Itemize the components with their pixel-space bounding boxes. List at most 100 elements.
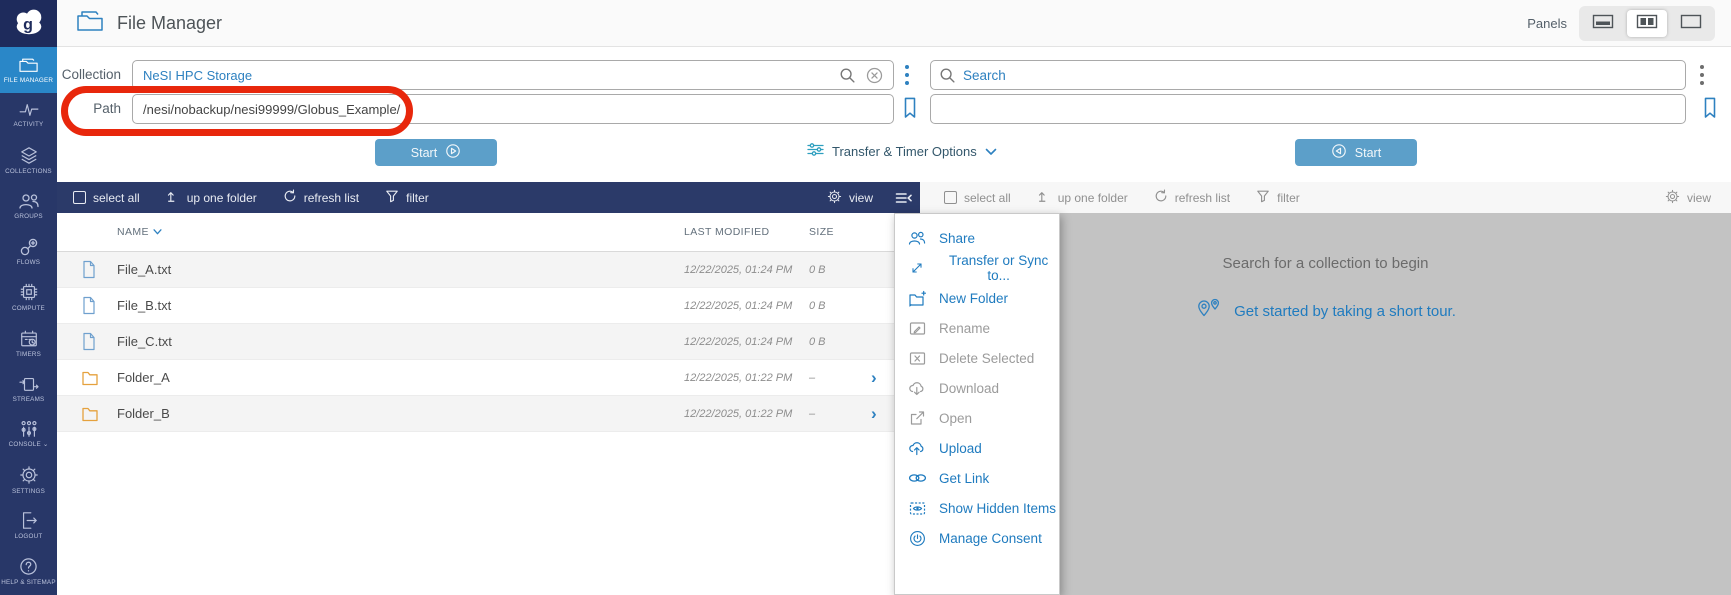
sidebar-item-label: LOGOUT	[15, 533, 43, 541]
table-row-folder[interactable]: Folder_B 12/22/2025, 01:22 PM – ›	[57, 396, 894, 432]
menu-item-rename[interactable]: Rename	[895, 313, 1059, 343]
sidebar-item-streams[interactable]: STREAMS	[0, 366, 57, 412]
share-icon	[907, 230, 927, 246]
menu-item-new-folder[interactable]: New Folder	[895, 283, 1059, 313]
sidebar-item-label: TIMERS	[16, 351, 41, 359]
chevron-down-icon: ⌄	[43, 441, 48, 448]
power-circle-icon	[907, 530, 927, 547]
sort-chevron-icon	[153, 226, 162, 238]
sidebar-item-logout[interactable]: LOGOUT	[0, 503, 57, 549]
menu-item-open[interactable]: Open	[895, 403, 1059, 433]
file-table-header: NAME LAST MODIFIED SIZE	[57, 213, 894, 252]
view-button[interactable]: view	[1665, 189, 1711, 207]
groups-icon	[18, 192, 40, 210]
bookmark-icon[interactable]	[1701, 96, 1719, 120]
sliders-icon	[807, 142, 824, 160]
sidebar-item-groups[interactable]: GROUPS	[0, 184, 57, 230]
play-circle-icon	[445, 143, 461, 162]
sidebar-item-label: ACTIVITY	[14, 121, 44, 129]
file-icon	[57, 260, 117, 279]
sidebar: g FILE MANAGER ACTIVITY	[0, 0, 57, 595]
compute-icon	[19, 282, 39, 302]
column-header-modified[interactable]: LAST MODIFIED	[684, 226, 809, 238]
collection-value: NeSI HPC Storage	[143, 68, 252, 83]
table-row-folder[interactable]: Folder_A 12/22/2025, 01:22 PM – ›	[57, 360, 894, 396]
refresh-list-button[interactable]: refresh list	[1154, 189, 1230, 206]
menu-item-show-hidden[interactable]: Show Hidden Items	[895, 493, 1059, 523]
path-input[interactable]: /nesi/nobackup/nesi99999/Globus_Example/	[132, 94, 894, 124]
map-pins-icon	[1195, 298, 1225, 325]
column-header-name[interactable]: NAME	[117, 226, 684, 238]
menu-item-upload[interactable]: Upload	[895, 433, 1059, 463]
up-one-folder-button[interactable]: up one folder	[166, 189, 257, 206]
open-folder-chevron-icon[interactable]: ›	[869, 405, 894, 422]
sidebar-item-help[interactable]: HELP & SITEMAP	[0, 549, 57, 595]
single-panel-icon	[1592, 14, 1614, 32]
main-area: Collection NeSI HPC Storage	[57, 47, 1731, 595]
menu-item-delete-selected[interactable]: Delete Selected	[895, 343, 1059, 373]
filter-funnel-icon	[385, 189, 399, 206]
table-row-file[interactable]: File_A.txt 12/22/2025, 01:24 PM 0 B	[57, 252, 894, 288]
sidebar-item-label: FILE MANAGER	[4, 77, 53, 85]
sidebar-item-activity[interactable]: ACTIVITY	[0, 93, 57, 139]
menu-item-get-link[interactable]: Get Link	[895, 463, 1059, 493]
chevron-down-icon	[985, 144, 997, 159]
sidebar-item-collections[interactable]: COLLECTIONS	[0, 138, 57, 184]
context-menu: Share Transfer or Sync to... New Folder	[894, 213, 1060, 595]
destination-menu-dots-icon[interactable]	[1699, 63, 1705, 87]
collection-menu-dots-icon[interactable]	[904, 63, 910, 87]
table-row-file[interactable]: File_B.txt 12/22/2025, 01:24 PM 0 B	[57, 288, 894, 324]
sidebar-item-timers[interactable]: TIMERS	[0, 321, 57, 367]
menu-item-manage-consent[interactable]: Manage Consent	[895, 523, 1059, 553]
search-icon[interactable]	[839, 67, 856, 84]
sidebar-item-label: FLOWS	[17, 259, 40, 267]
clear-collection-icon[interactable]	[866, 67, 883, 84]
source-list-toolbar: select all up one folder refresh list	[57, 182, 920, 213]
sidebar-item-flows[interactable]: FLOWS	[0, 229, 57, 275]
select-all-checkbox[interactable]	[944, 191, 957, 204]
destination-path-input[interactable]	[930, 94, 1686, 124]
table-row-file[interactable]: File_C.txt 12/22/2025, 01:24 PM 0 B	[57, 324, 894, 360]
single-panel-button[interactable]	[1583, 10, 1623, 37]
up-one-folder-button[interactable]: up one folder	[1037, 189, 1128, 206]
view-button[interactable]: view	[827, 189, 873, 207]
globus-file-manager-app: g FILE MANAGER ACTIVITY	[0, 0, 1731, 595]
tour-link[interactable]: Get started by taking a short tour.	[1195, 298, 1456, 325]
select-all-button[interactable]: select all	[73, 191, 140, 205]
menu-item-download[interactable]: Download	[895, 373, 1059, 403]
menu-item-share[interactable]: Share	[895, 223, 1059, 253]
upload-cloud-icon	[907, 440, 927, 456]
menu-item-transfer-or-sync[interactable]: Transfer or Sync to...	[895, 253, 1059, 283]
sidebar-item-file-manager[interactable]: FILE MANAGER	[0, 47, 57, 93]
filter-funnel-icon	[1256, 189, 1270, 206]
gear-icon	[827, 189, 842, 207]
select-all-button[interactable]: select all	[944, 191, 1011, 205]
filter-button[interactable]: filter	[385, 189, 429, 206]
select-all-checkbox[interactable]	[73, 191, 86, 204]
transfer-timer-options-button[interactable]: Transfer & Timer Options	[807, 142, 997, 160]
sidebar-item-compute[interactable]: COMPUTE	[0, 275, 57, 321]
third-panel-button[interactable]	[1671, 10, 1711, 37]
column-header-size[interactable]: SIZE	[809, 226, 869, 238]
collapse-menu-icon[interactable]	[895, 191, 912, 205]
open-folder-chevron-icon[interactable]: ›	[869, 369, 894, 386]
start-transfer-right-button[interactable]: Start	[1295, 139, 1417, 166]
file-manager-title-icon	[75, 8, 105, 38]
refresh-list-button[interactable]: refresh list	[283, 189, 359, 206]
up-one-folder-icon	[166, 189, 180, 206]
file-manager-icon	[18, 56, 40, 74]
sidebar-item-settings[interactable]: SETTINGS	[0, 457, 57, 503]
path-label: Path	[57, 101, 121, 116]
sidebar-item-label: COMPUTE	[12, 305, 45, 313]
filter-button[interactable]: filter	[1256, 189, 1300, 206]
download-cloud-icon	[907, 380, 927, 396]
folder-icon	[57, 406, 117, 422]
flows-icon	[19, 238, 39, 256]
globus-logo[interactable]: g	[0, 0, 57, 47]
collection-input[interactable]: NeSI HPC Storage	[132, 60, 894, 90]
destination-search-input[interactable]	[930, 60, 1686, 90]
start-transfer-left-button[interactable]: Start	[375, 139, 497, 166]
dual-panel-button[interactable]	[1627, 10, 1667, 37]
sidebar-item-console[interactable]: CONSOLE ⌄	[0, 412, 57, 458]
bookmark-icon[interactable]	[901, 96, 919, 120]
